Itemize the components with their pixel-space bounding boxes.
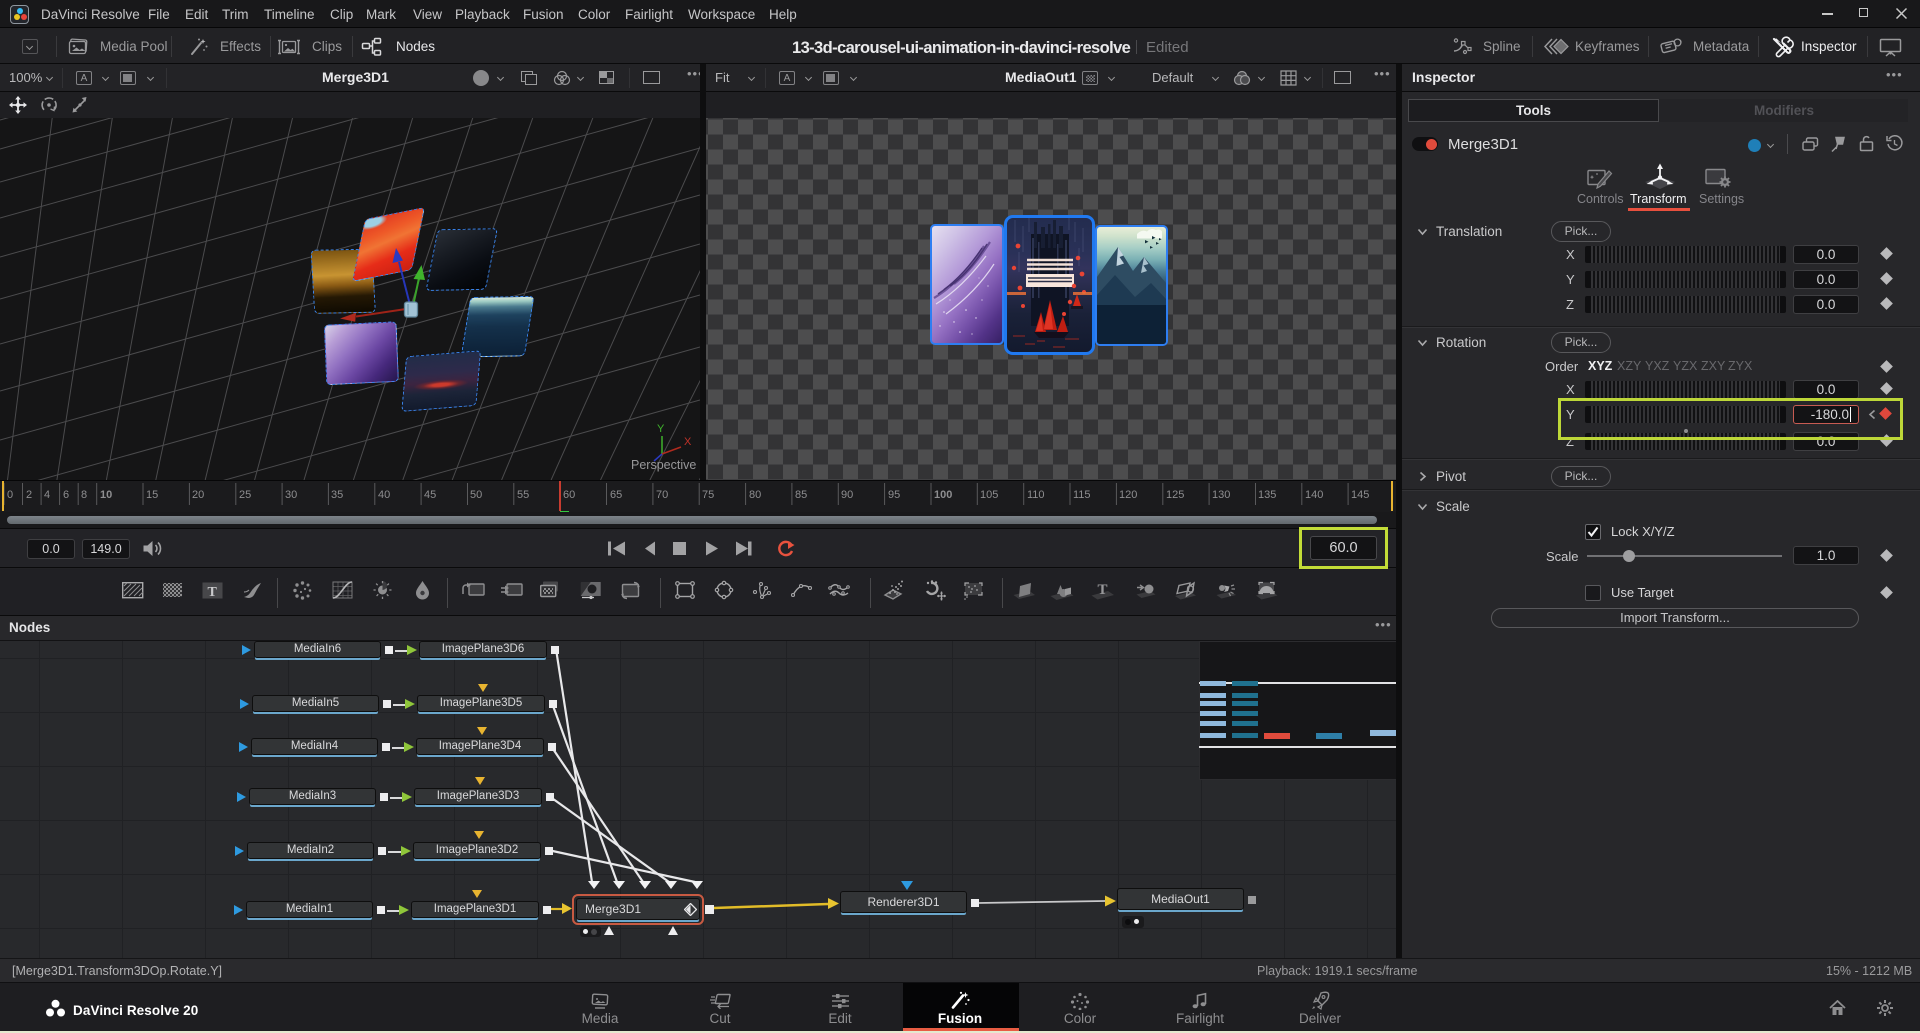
svg-text:T: T [208, 585, 218, 600]
svg-text:Y: Y [657, 423, 665, 435]
svg-text:T: T [1098, 582, 1108, 598]
svg-text:X: X [684, 436, 692, 448]
